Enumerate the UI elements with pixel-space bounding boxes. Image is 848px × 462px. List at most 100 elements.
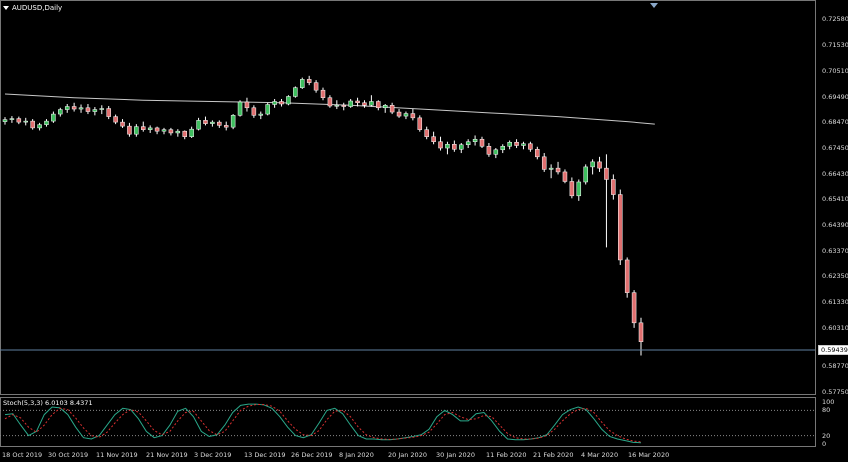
candle	[272, 98, 277, 108]
chart-shift-marker-icon[interactable]	[650, 3, 658, 8]
candle	[548, 164, 554, 179]
bull-candle-body	[576, 181, 582, 197]
bear-candle-body	[396, 111, 402, 117]
bull-candle-body	[44, 120, 49, 125]
bear-candle-body	[327, 97, 333, 107]
bull-candle-body	[334, 105, 340, 107]
price-axis-label: 0.63370	[822, 246, 848, 255]
candle	[562, 169, 568, 184]
candle	[141, 121, 146, 132]
candle	[535, 146, 540, 160]
bear-candle-body	[120, 121, 125, 127]
candle	[320, 87, 326, 101]
bear-candle-body	[611, 179, 616, 195]
bear-candle-body	[452, 144, 457, 150]
chart-title-text: AUDUSD,Daily	[12, 4, 63, 12]
candle	[127, 122, 132, 137]
candle	[113, 114, 118, 125]
bull-candle-body	[196, 120, 201, 130]
bull-candle-body	[230, 115, 236, 128]
bear-candle-body	[438, 141, 443, 149]
candle	[230, 114, 236, 130]
bear-candle-body	[168, 129, 174, 134]
candle	[85, 104, 91, 115]
bear-candle-body	[182, 130, 187, 137]
candle	[486, 142, 492, 157]
candle	[223, 121, 229, 131]
bear-candle-body	[217, 121, 222, 126]
bull-candle-body	[293, 87, 298, 97]
oscillator-axis-label: 20	[822, 431, 831, 440]
price-axis-label: 0.67450	[822, 144, 848, 153]
chart-canvas[interactable]	[0, 0, 848, 462]
bear-candle-body	[16, 118, 22, 123]
bear-candle-body	[486, 146, 492, 155]
chart-title[interactable]: AUDUSD,Daily	[3, 4, 62, 12]
candle	[306, 75, 312, 86]
price-axis-label: 0.64390	[822, 220, 848, 229]
chart-window[interactable]: AUDUSD,Daily Stoch(5,3,3) 6.0103 8.4371 …	[0, 0, 848, 462]
indicator-label: Stoch(5,3,3) 6.0103 8.4371	[3, 399, 93, 407]
bull-candle-body	[500, 146, 505, 151]
bull-candle-body	[189, 128, 194, 137]
price-axis-label: 0.69490	[822, 92, 848, 101]
bear-candle-body	[410, 113, 416, 119]
candle	[459, 142, 464, 154]
bull-candle-body	[64, 106, 70, 110]
bull-candle-body	[161, 129, 167, 132]
bear-candle-body	[320, 89, 326, 98]
candle	[465, 139, 471, 149]
candle	[493, 148, 499, 159]
bear-candle-body	[604, 167, 609, 180]
bear-candle-body	[341, 105, 346, 107]
bull-candle-body	[348, 100, 353, 107]
date-axis-label: 11 Nov 2019	[96, 451, 138, 459]
price-axis-label: 0.68470	[822, 118, 848, 127]
bull-candle-body	[237, 101, 243, 116]
candle	[597, 156, 602, 172]
bull-candle-body	[583, 166, 588, 183]
price-axis-label: 0.58770	[822, 362, 848, 371]
candle	[389, 102, 395, 115]
oscillator-pane-border	[0, 397, 816, 447]
candle	[431, 131, 436, 145]
price-axis-label: 0.66430	[822, 169, 848, 178]
candle	[528, 141, 533, 152]
bear-candle-body	[355, 100, 360, 104]
candle	[189, 126, 194, 138]
bull-candle-body	[369, 101, 374, 106]
date-axis-label: 13 Dec 2019	[244, 451, 286, 459]
candle	[452, 140, 457, 152]
candle	[120, 119, 125, 128]
candle	[251, 105, 257, 118]
candle	[168, 127, 174, 136]
candle	[44, 119, 49, 127]
candle	[403, 111, 409, 120]
bear-candle-body	[541, 156, 547, 170]
candle	[631, 290, 637, 328]
bear-candle-body	[569, 181, 575, 197]
candle	[417, 115, 423, 132]
bull-candle-body	[272, 101, 277, 105]
bull-candle-body	[521, 143, 526, 146]
candle	[175, 129, 181, 137]
bear-candle-body	[279, 101, 284, 105]
candle	[445, 141, 450, 155]
candle	[2, 117, 8, 125]
candle	[78, 104, 84, 113]
bull-candle-body	[37, 124, 42, 129]
bear-candle-body	[223, 125, 229, 128]
date-axis-label: 11 Feb 2020	[486, 451, 527, 459]
candle	[569, 177, 575, 199]
bull-candle-body	[2, 119, 8, 122]
price-axis-label: 0.65410	[822, 195, 848, 204]
bear-candle-body	[127, 125, 132, 135]
bear-candle-body	[417, 117, 423, 130]
bull-candle-body	[382, 105, 388, 109]
bull-candle-body	[548, 167, 554, 170]
candle	[624, 257, 630, 298]
bear-candle-body	[631, 292, 637, 324]
bear-candle-body	[618, 194, 623, 261]
bull-candle-body	[147, 127, 153, 130]
candle	[293, 86, 298, 98]
